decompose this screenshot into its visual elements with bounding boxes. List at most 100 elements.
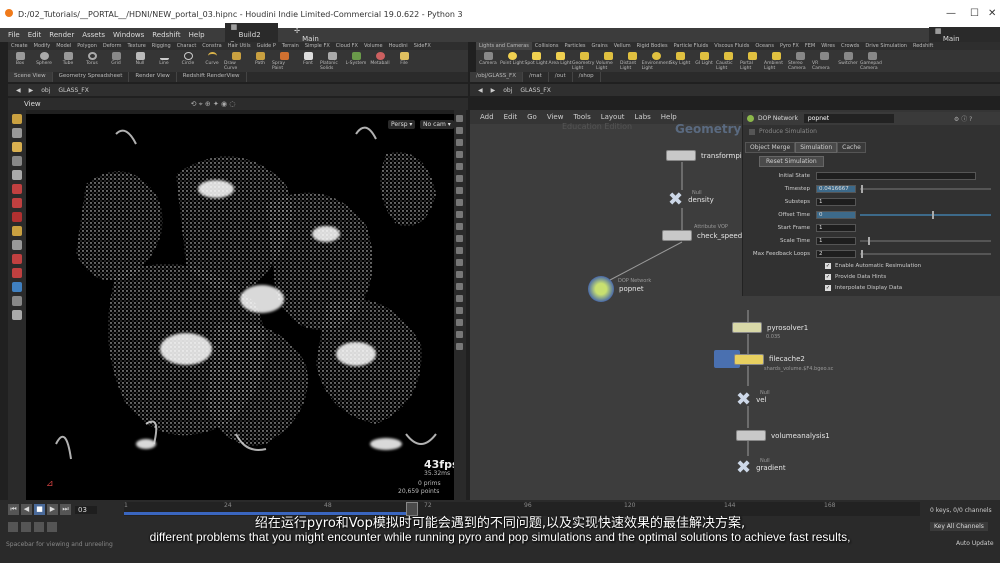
display-option-icon[interactable] <box>456 271 463 278</box>
timestep-field[interactable]: 0.0416667 <box>816 185 856 193</box>
render-tool-icon[interactable] <box>12 310 22 320</box>
display-option-icon[interactable] <box>456 307 463 314</box>
display-option-icon[interactable] <box>456 151 463 158</box>
shelf-tab[interactable]: Redshift <box>910 42 936 50</box>
shelf-tool-metaball[interactable]: Metaball <box>368 50 392 72</box>
tab-network-glass-fx[interactable]: /obj/GLASS_FX <box>470 72 523 82</box>
move-tool-icon[interactable] <box>12 128 22 138</box>
shelf-tool-sphere[interactable]: Sphere <box>32 50 56 72</box>
display-option-icon[interactable] <box>456 223 463 230</box>
tab-geometry-spreadsheet[interactable]: Geometry Spreadsheet <box>53 72 130 82</box>
shelf-tool-portal-light[interactable]: Portal Light <box>740 50 764 72</box>
shelf-tab[interactable]: Particle Fluids <box>671 42 712 50</box>
reset-simulation-button[interactable]: Reset Simulation <box>759 156 824 167</box>
display-option-icon[interactable] <box>456 175 463 182</box>
display-option-icon[interactable] <box>456 187 463 194</box>
path-segment-obj[interactable]: obj <box>503 87 512 94</box>
shelf-tool-spray-paint[interactable]: Spray Paint <box>272 50 296 72</box>
display-option-icon[interactable] <box>456 115 463 122</box>
display-option-icon[interactable] <box>456 139 463 146</box>
shelf-tab[interactable]: Terrain <box>279 42 302 50</box>
shelf-tab[interactable]: Oceans <box>752 42 777 50</box>
shelf-tool-circle[interactable]: Circle <box>176 50 200 72</box>
shelf-tool-line[interactable]: Line <box>152 50 176 72</box>
shelf-tab[interactable]: Texture <box>124 42 148 50</box>
initial-state-field[interactable] <box>816 172 976 180</box>
display-option-icon[interactable] <box>456 235 463 242</box>
camera-tool-icon[interactable] <box>12 296 22 306</box>
forward-arrow-icon[interactable]: ▶ <box>491 87 496 94</box>
shelf-tool-tube[interactable]: Tube <box>56 50 80 72</box>
shelf-tool-stereo-camera[interactable]: Stereo Camera <box>788 50 812 72</box>
shelf-tool-torus[interactable]: Torus <box>80 50 104 72</box>
pose-tool-icon[interactable] <box>12 184 22 194</box>
handle-tool-icon[interactable] <box>12 170 22 180</box>
tab-object-merge[interactable]: Object Merge <box>745 142 796 153</box>
display-option-icon[interactable] <box>456 211 463 218</box>
interpolate-display-checkbox[interactable]: ✓ Interpolate Display Data <box>825 285 902 291</box>
shelf-tool-curve[interactable]: Curve <box>200 50 224 72</box>
display-option-icon[interactable] <box>456 331 463 338</box>
path-segment-obj[interactable]: obj <box>41 87 50 94</box>
tab-network-mat[interactable]: /mat <box>523 72 549 82</box>
shelf-tool-lsystem[interactable]: L-System <box>344 50 368 72</box>
slider-handle[interactable] <box>867 237 870 245</box>
shelf-tab[interactable]: Vellum <box>611 42 634 50</box>
scale-time-field[interactable]: 1 <box>816 237 856 245</box>
shelf-tab[interactable]: Rigid Bodies <box>634 42 671 50</box>
shelf-tool-area-light[interactable]: Area Light <box>548 50 572 72</box>
menu-file[interactable]: File <box>8 31 20 39</box>
forward-arrow-icon[interactable]: ▶ <box>29 87 34 94</box>
shelf-tool-box[interactable]: Box <box>8 50 32 72</box>
shelf-tab[interactable]: Rigging <box>149 42 174 50</box>
select-tool-icon[interactable] <box>12 114 22 124</box>
shelf-tab[interactable]: Wires <box>818 42 838 50</box>
display-option-icon[interactable] <box>456 295 463 302</box>
slider-handle[interactable] <box>861 250 864 258</box>
menu-edit[interactable]: Edit <box>28 31 42 39</box>
menu-redshift[interactable]: Redshift <box>152 31 180 39</box>
shelf-tool-path[interactable]: Path <box>248 50 272 72</box>
slider-handle[interactable] <box>861 185 864 193</box>
3d-viewport[interactable]: ⊿ Persp ▾ No cam ▾ 43fps 35.32ms 0 prims… <box>26 114 454 500</box>
shelf-tab[interactable]: Collisions <box>532 42 562 50</box>
close-button[interactable]: ✕ <box>988 8 996 19</box>
node-density[interactable]: ✖ density <box>668 191 714 209</box>
path-segment-glass-fx[interactable]: GLASS_FX <box>58 87 88 94</box>
node-name-field[interactable]: popnet <box>803 114 894 123</box>
node-pyrosolver1[interactable]: pyrosolver1 <box>732 322 808 333</box>
shelf-tab[interactable]: Simple FX <box>302 42 333 50</box>
menu-render[interactable]: Render <box>49 31 74 39</box>
shelf-tab[interactable]: SideFX <box>411 42 434 50</box>
scale-time-slider[interactable] <box>860 237 991 245</box>
node-check-speed[interactable]: check_speed <box>662 230 742 241</box>
tab-cache[interactable]: Cache <box>837 142 866 153</box>
shelf-tab[interactable]: Lights and Cameras <box>476 42 532 50</box>
shelf-tab[interactable]: Polygon <box>74 42 100 50</box>
viewport-display-icons[interactable]: ⟲ ⌖ ⊕ ✦ ◉ ◌ <box>191 100 236 109</box>
display-option-icon[interactable] <box>456 343 463 350</box>
maximize-button[interactable]: ☐ <box>970 8 979 19</box>
display-option-icon[interactable] <box>456 283 463 290</box>
display-option-icon[interactable] <box>456 199 463 206</box>
slider-handle[interactable] <box>932 211 935 219</box>
display-option-icon[interactable] <box>456 163 463 170</box>
shelf-tab[interactable]: Modify <box>31 42 54 50</box>
offset-time-slider[interactable] <box>860 211 991 219</box>
max-feedback-loops-slider[interactable] <box>860 250 991 258</box>
shelf-tool-gamepad-camera[interactable]: Gamepad Camera <box>860 50 884 72</box>
tab-redshift-renderview[interactable]: Redshift RenderView <box>177 72 247 82</box>
display-option-icon[interactable] <box>456 247 463 254</box>
menu-help[interactable]: Help <box>189 31 205 39</box>
back-arrow-icon[interactable]: ◀ <box>478 87 483 94</box>
back-arrow-icon[interactable]: ◀ <box>16 87 21 94</box>
shelf-tool-distant-light[interactable]: Distant Light <box>620 50 644 72</box>
display-option-icon[interactable] <box>456 319 463 326</box>
shelf-tool-platonic[interactable]: Platonic Solids <box>320 50 344 72</box>
shelf-tab[interactable]: Deform <box>100 42 125 50</box>
shelf-tool-environment-light[interactable]: Environment Light <box>642 50 670 72</box>
shelf-tool-point-light[interactable]: Point Light <box>500 50 524 72</box>
shelf-tool-spot-light[interactable]: Spot Light <box>524 50 548 72</box>
shelf-tool-gi-light[interactable]: GI Light <box>692 50 716 72</box>
shelf-tab[interactable]: Charact <box>174 42 200 50</box>
